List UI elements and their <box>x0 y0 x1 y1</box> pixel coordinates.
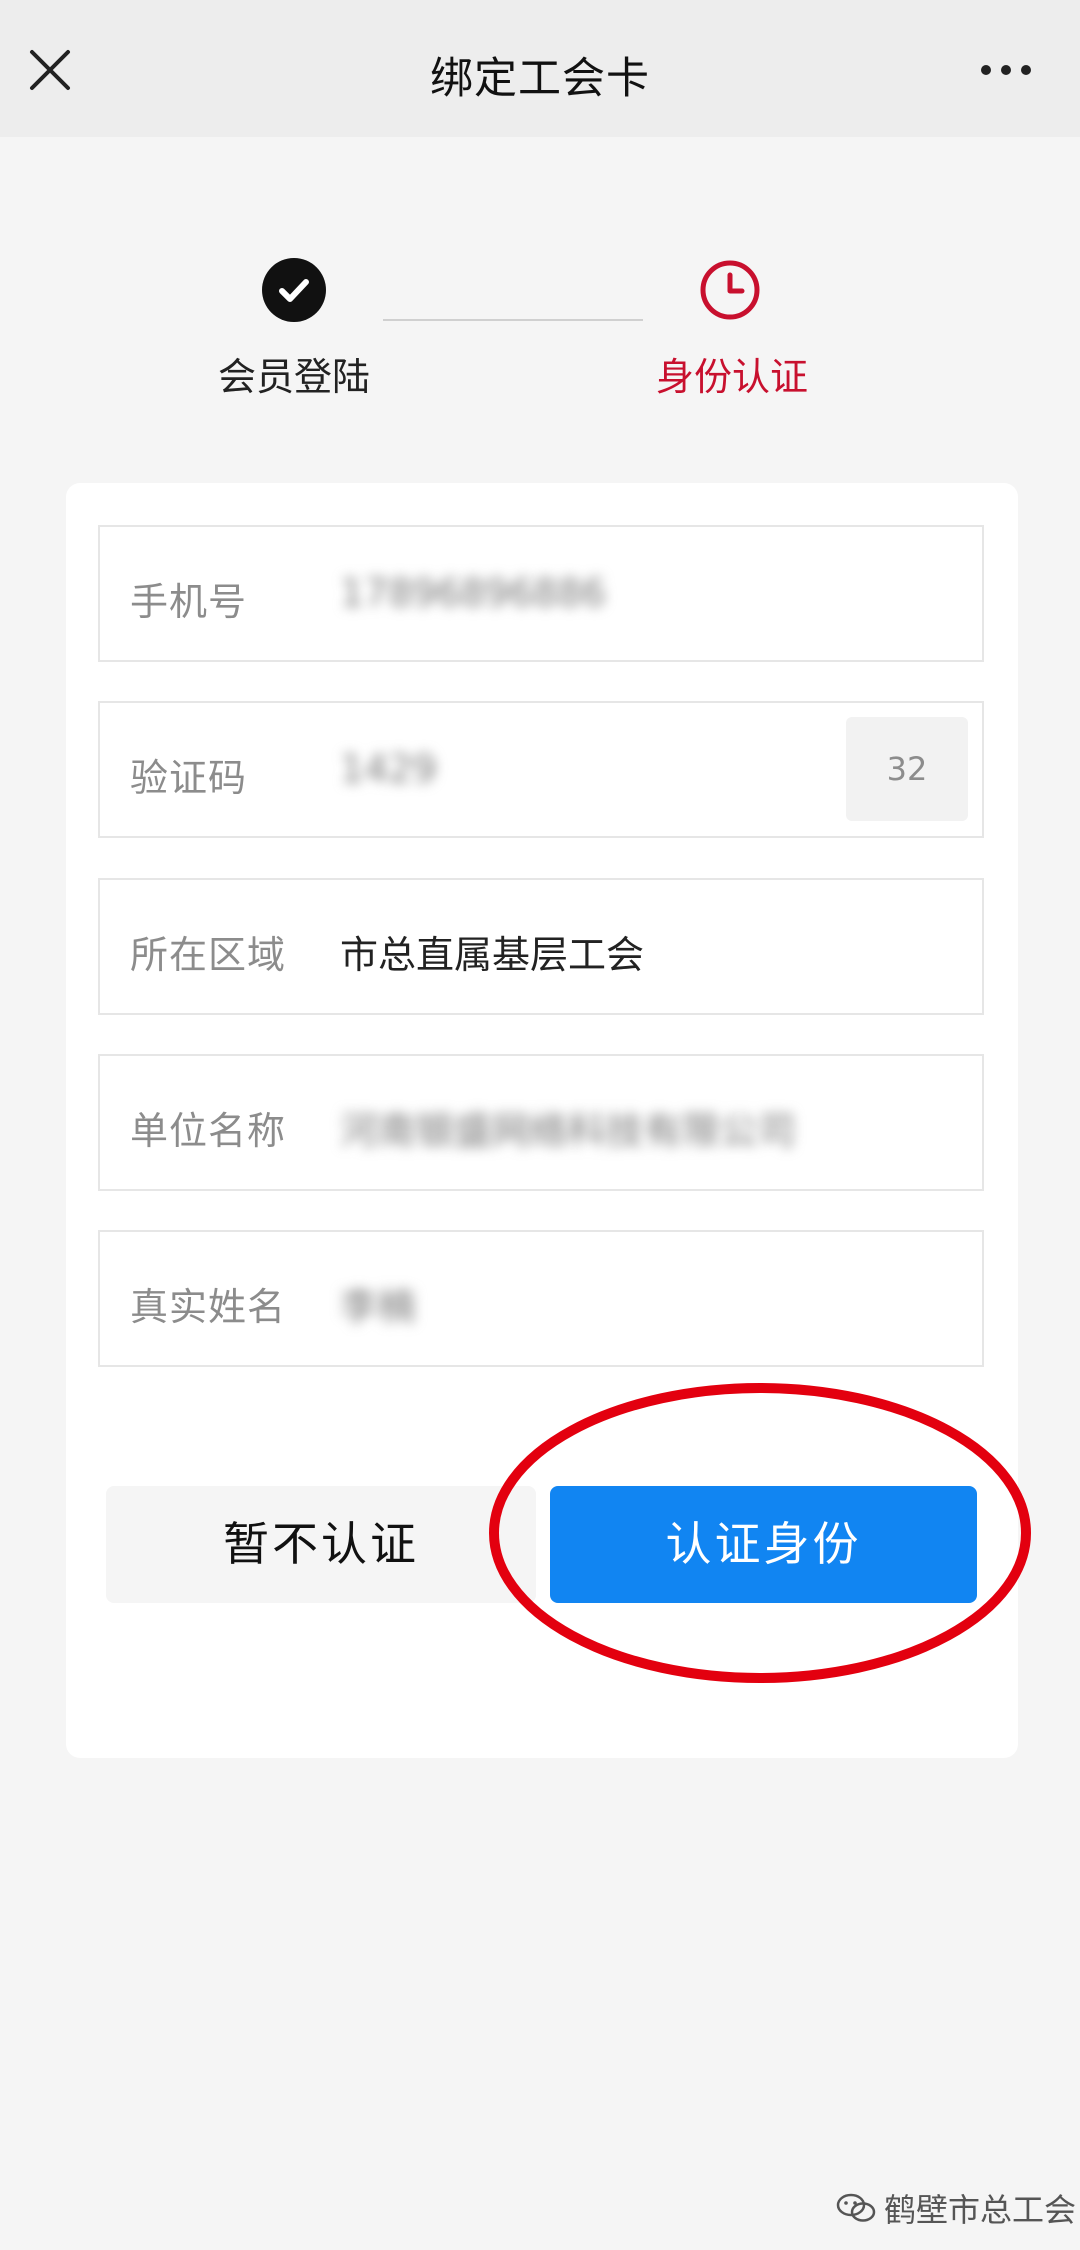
navbar: 绑定工会卡 <box>0 0 1080 137</box>
page-title: 绑定工会卡 <box>430 54 650 104</box>
org-label: 单位名称 <box>130 1109 287 1153</box>
resend-code-countdown[interactable]: 32 <box>846 717 968 821</box>
phone-label: 手机号 <box>130 580 248 624</box>
region-value: 市总直属基层工会 <box>340 933 645 977</box>
watermark: 鹤壁市总工会 <box>836 2185 1076 2231</box>
check-icon <box>262 258 326 322</box>
code-value: 1429 <box>340 747 437 791</box>
step-label-login: 会员登陆 <box>217 355 370 399</box>
step-progress: 会员登陆 身份认证 <box>0 250 1080 400</box>
region-label: 所在区域 <box>130 933 287 977</box>
phone-value: 17896896886 <box>340 571 606 615</box>
more-icon[interactable] <box>978 60 1034 80</box>
name-field[interactable]: 真实姓名 李楠 <box>98 1230 984 1367</box>
org-value: 河南银盛网络科技有限公司 <box>340 1109 797 1153</box>
watermark-text: 鹤壁市总工会 <box>884 2191 1077 2229</box>
skip-verify-button[interactable]: 暂不认证 <box>106 1486 536 1603</box>
org-field[interactable]: 单位名称 河南银盛网络科技有限公司 <box>98 1054 984 1191</box>
phone-field[interactable]: 手机号 17896896886 <box>98 525 984 662</box>
clock-icon <box>698 258 762 322</box>
name-label: 真实姓名 <box>130 1285 287 1329</box>
code-label: 验证码 <box>130 756 248 800</box>
region-field[interactable]: 所在区域 市总直属基层工会 <box>98 878 984 1015</box>
verify-identity-button[interactable]: 认证身份 <box>550 1486 977 1603</box>
name-value: 李楠 <box>340 1285 417 1329</box>
wechat-logo-icon <box>836 2193 876 2222</box>
code-field[interactable]: 验证码 1429 32 <box>98 701 984 838</box>
step-connector <box>383 319 643 321</box>
step-label-verify: 身份认证 <box>655 355 808 399</box>
form-card: 手机号 17896896886 验证码 1429 32 所在区域 市总直属基层工… <box>66 483 1018 1758</box>
